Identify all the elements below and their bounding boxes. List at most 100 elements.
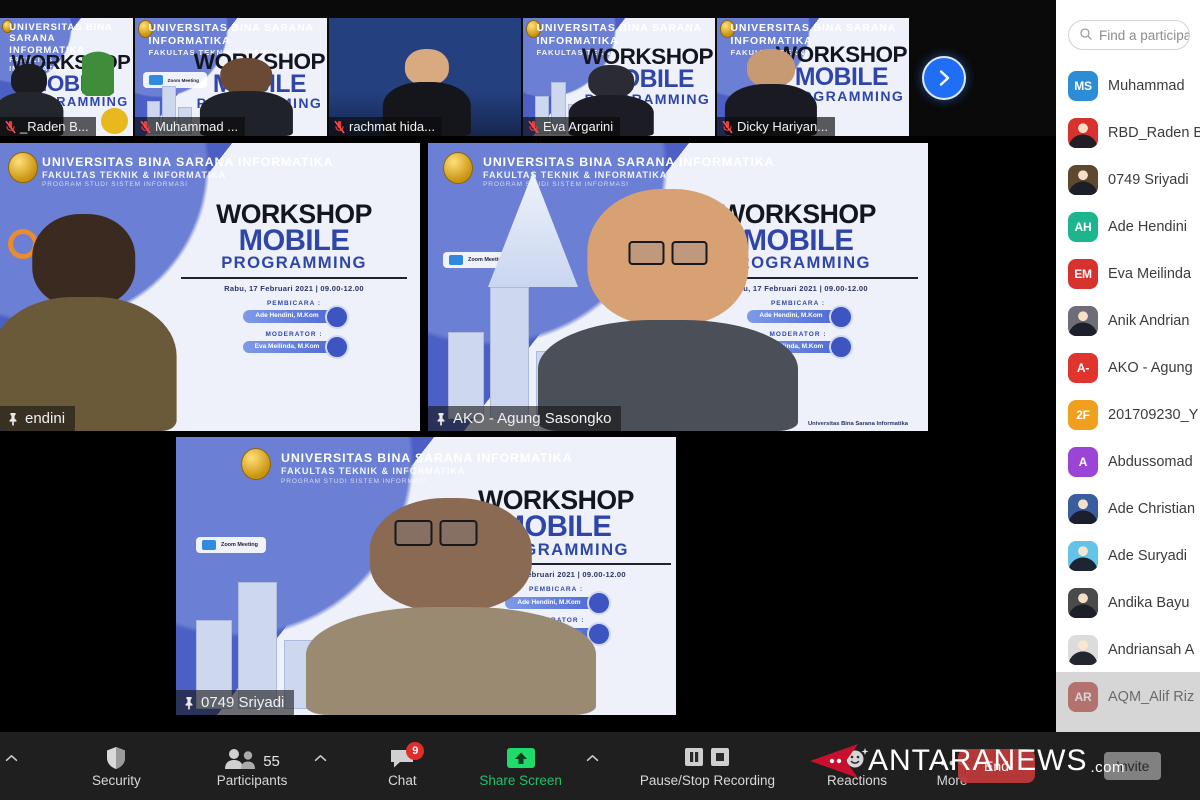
filmstrip-name-text: _Raden B... — [20, 119, 89, 134]
poster-zoom-tag: Zoom Meeting — [167, 77, 199, 83]
participant-row[interactable]: Ade Suryadi — [1056, 532, 1200, 579]
participant-row[interactable]: 0749 Sriyadi — [1056, 156, 1200, 203]
participant-name: RBD_Raden B — [1108, 124, 1200, 141]
video-tile[interactable]: UNIVERSITAS BINA SARANA INFORMATIKA FAKU… — [176, 437, 676, 715]
search-placeholder: Find a participant — [1099, 27, 1189, 43]
poster-date: Rabu, 17 Februari 2021 | 09.00-12.00 — [224, 283, 364, 293]
filmstrip-tile-name: Muhammad ... — [135, 117, 246, 136]
zoom-meeting-window: UNIVERSITAS BINA SARANA INFORMATIKA FAKUL… — [0, 0, 1200, 800]
video-options-caret[interactable] — [0, 732, 22, 800]
reactions-label: Reactions — [826, 773, 888, 789]
share-screen-button[interactable]: Share Screen — [469, 732, 572, 800]
share-screen-icon — [506, 744, 536, 770]
recording-icons — [684, 744, 730, 770]
poster-title1: WORKSHOP — [216, 198, 372, 229]
avatar: AH — [1068, 211, 1098, 242]
poster-org1: UNIVERSITAS BINA SARANA INFORMATIKA — [148, 22, 314, 47]
avatar-initials: AH — [1074, 219, 1092, 234]
poster-org1: UNIVERSITAS BINA SARANA INFORMATIKA — [281, 450, 573, 465]
filmstrip-tile[interactable]: rachmat hida... — [329, 18, 521, 136]
chat-label: Chat — [388, 773, 417, 789]
filmstrip-name-text: Muhammad ... — [155, 119, 239, 134]
poster-org1: UNIVERSITAS BINA SARANA INFORMATIKA — [483, 154, 775, 169]
avatar — [1068, 117, 1098, 148]
participant-row[interactable]: Anik Andrian — [1056, 297, 1200, 344]
filmstrip-tile-name: Dicky Hariyan... — [717, 117, 836, 136]
search-input[interactable]: Find a participant — [1068, 20, 1190, 50]
filmstrip-tile[interactable]: UNIVERSITAS BINA SARANA INFORMATIKA FAKUL… — [717, 18, 909, 136]
filmstrip-name-text: rachmat hida... — [349, 119, 435, 134]
filmstrip-tile[interactable]: UNIVERSITAS BINA SARANA INFORMATIKA FAKUL… — [523, 18, 715, 136]
filmstrip-tile[interactable]: UNIVERSITAS BINA SARANA INFORMATIKA FAKUL… — [135, 18, 327, 136]
participant-row[interactable]: RBD_Raden B — [1056, 109, 1200, 156]
participant-name: Abdussomad — [1108, 453, 1193, 470]
poster-zoom-tag: Zoom Meeting — [221, 542, 258, 549]
next-page-button[interactable] — [922, 56, 966, 100]
participant-row[interactable]: AH Ade Hendini — [1056, 203, 1200, 250]
participants-button[interactable]: 55 Participants — [207, 732, 298, 800]
reactions-button[interactable]: Reactions — [817, 732, 897, 800]
mic-muted-icon — [528, 120, 539, 134]
chat-button[interactable]: 9 Chat — [375, 732, 429, 800]
avatar-initials: 2F — [1076, 407, 1090, 422]
stop-icon — [710, 747, 730, 770]
filmstrip-tile-name: Eva Argarini — [523, 117, 621, 136]
chat-unread-badge: 9 — [406, 742, 425, 760]
avatar: MS — [1068, 70, 1098, 101]
avatar — [1068, 540, 1098, 571]
avatar — [1068, 493, 1098, 524]
video-tile-name-text: endini — [25, 410, 66, 427]
security-button[interactable]: Security — [82, 732, 151, 800]
participant-row[interactable]: MS Muhammad — [1056, 62, 1200, 109]
pause-stop-recording-button[interactable]: Pause/Stop Recording — [630, 732, 785, 800]
participant-row[interactable]: Andika Bayu — [1056, 579, 1200, 626]
participant-name: Andika Bayu — [1108, 594, 1190, 611]
chevron-up-icon — [314, 750, 327, 768]
end-meeting-button[interactable]: End — [958, 749, 1035, 783]
panel-footer-shade — [1056, 672, 1200, 732]
participant-name: Andriansah A — [1108, 641, 1195, 658]
search-icon — [1079, 27, 1093, 44]
participant-name: Ade Suryadi — [1108, 547, 1187, 564]
video-tile-active-speaker[interactable]: UNIVERSITAS BINA SARANA INFORMATIKA FAKU… — [428, 143, 928, 431]
share-screen-label: Share Screen — [479, 773, 562, 789]
video-tile-name-text: AKO - Agung Sasongko — [453, 410, 612, 427]
avatar: EM — [1068, 258, 1098, 289]
participant-row[interactable]: A Abdussomad — [1056, 438, 1200, 485]
participant-row[interactable]: A- AKO - Agung — [1056, 344, 1200, 391]
avatar: A — [1068, 446, 1098, 477]
invite-button[interactable]: Invite — [1104, 752, 1162, 780]
glasses-icon — [394, 520, 478, 547]
participant-name: Muhammad — [1108, 77, 1185, 94]
video-tile[interactable]: UNIVERSITAS BINA SARANA INFORMATIKA FAKU… — [0, 143, 420, 431]
avatar: 2F — [1068, 399, 1098, 430]
video-tile-name: AKO - Agung Sasongko — [428, 406, 622, 431]
pin-icon — [7, 412, 19, 426]
security-label: Security — [92, 773, 141, 789]
avatar-initials: EM — [1074, 266, 1092, 281]
poster-footer-site: Universitas Bina Sarana Informatika — [807, 420, 908, 427]
video-tile-name-text: 0749 Sriyadi — [201, 694, 285, 711]
invite-label: Invite — [1116, 758, 1150, 774]
poster-org2: FAKULTAS TEKNIK & INFORMATIKA — [42, 169, 227, 180]
poster-org1: UNIVERSITAS BINA SARANA INFORMATIKA — [42, 154, 334, 169]
shield-icon — [105, 744, 127, 770]
participants-label: Participants — [216, 773, 288, 789]
participant-name: 0749 Sriyadi — [1108, 171, 1189, 188]
poster-speaker-name: Ade Hendini, M.Kom — [243, 310, 345, 323]
filmstrip-tile[interactable]: UNIVERSITAS BINA SARANA INFORMATIKA FAKUL… — [0, 18, 133, 136]
participant-row[interactable]: 2F 201709230_Y — [1056, 391, 1200, 438]
participant-name: Eva Meilinda — [1108, 265, 1192, 282]
participant-name: Ade Hendini — [1108, 218, 1187, 235]
participant-silhouette — [0, 201, 177, 431]
mic-muted-icon — [334, 120, 345, 134]
share-screen-caret[interactable] — [582, 732, 604, 800]
participant-row[interactable]: Andriansah A — [1056, 626, 1200, 673]
participant-name: Ade Christian — [1108, 500, 1196, 517]
participants-icon: 55 — [224, 744, 280, 770]
participant-row[interactable]: EM Eva Meilinda — [1056, 250, 1200, 297]
mic-muted-icon — [5, 120, 16, 134]
participant-row[interactable]: Ade Christian — [1056, 485, 1200, 532]
participants-caret[interactable] — [309, 732, 331, 800]
chevron-up-icon — [586, 750, 599, 768]
